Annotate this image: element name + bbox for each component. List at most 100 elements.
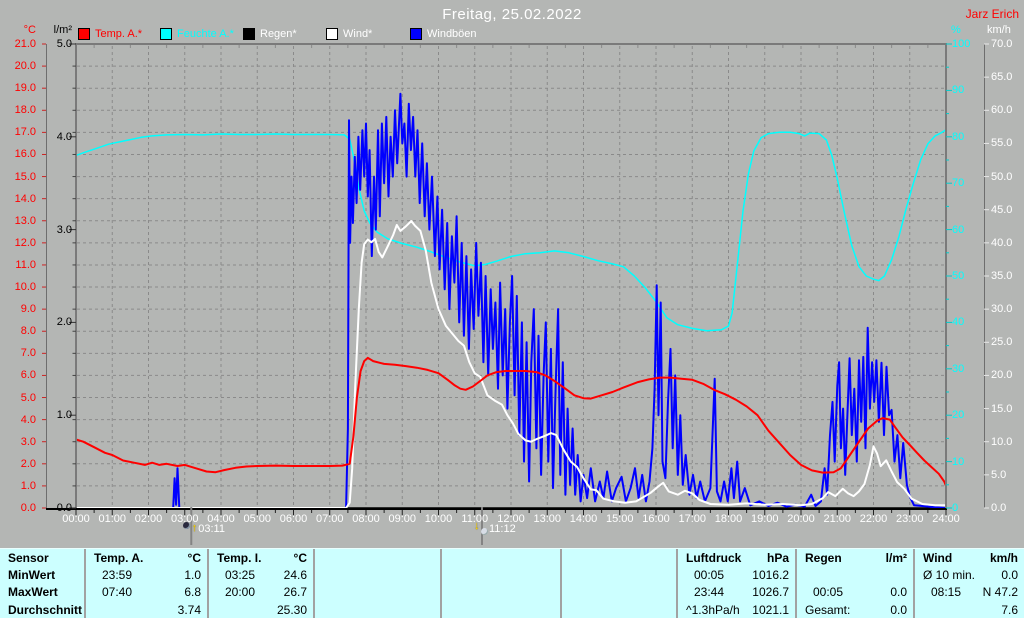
humidity-tick-label: 40	[952, 316, 965, 329]
table-cell: 08:15 N 47.2	[913, 583, 1024, 602]
table-text: 0.0	[1001, 568, 1018, 583]
x-tick-label: 18:00	[714, 513, 743, 525]
temp-tick-label: 3.0	[20, 435, 36, 448]
table-text: 0.0	[890, 585, 907, 600]
table-group-header	[560, 549, 676, 567]
temp-tick-label: 16.0	[14, 148, 36, 161]
moonrise-icon: ↑	[183, 521, 197, 535]
x-tick-label: 20:00	[787, 513, 815, 525]
x-tick-label: 24:00	[932, 513, 960, 525]
temp-tick-label: 17.0	[14, 126, 36, 139]
rain-tick-label: 3.0	[56, 223, 72, 236]
table-text: 0.0	[890, 602, 907, 617]
table-text: Regen	[805, 550, 842, 565]
table-cell	[440, 601, 560, 618]
x-tick-label: 01:00	[98, 513, 127, 525]
table-cell: 25.30	[207, 601, 313, 618]
humidity-tick-label: 30	[952, 362, 965, 375]
windspeed-tick-label: 70.0	[991, 38, 1013, 50]
table-text: 00:05	[813, 585, 844, 600]
table-cell: Ø 10 min. 0.0	[913, 566, 1024, 584]
table-cell: 23:59 1.0	[84, 566, 207, 584]
table-text: 00:05	[694, 568, 725, 583]
table-cell: 00:05 0.0	[795, 583, 913, 602]
temp-tick-label: 6.0	[20, 369, 36, 382]
table-cell: Gesamt: 0.0	[795, 601, 913, 618]
windspeed-tick-label: 5.0	[991, 468, 1007, 481]
temp-tick-label: 5.0	[20, 391, 36, 404]
table-group-header: Temp. I. °C	[207, 549, 313, 567]
temp-tick-label: 10.0	[14, 281, 36, 294]
x-tick-label: 22:00	[859, 513, 888, 525]
humidity-tick-label: 10	[952, 455, 965, 468]
table-group-header: Temp. A. °C	[84, 549, 207, 567]
table-text: 1026.7	[752, 585, 789, 600]
table-text: km/h	[989, 550, 1018, 565]
table-cell	[313, 583, 440, 602]
windspeed-tick-label: 30.0	[991, 303, 1013, 316]
x-tick-label: 17:00	[678, 513, 707, 525]
table-cell: 3.74	[84, 601, 207, 618]
table-cell: 03:25 24.6	[207, 566, 313, 584]
rain-tick-label: 5.0	[56, 38, 72, 50]
temp-tick-label: 4.0	[20, 413, 36, 426]
temp-tick-label: 9.0	[20, 303, 36, 316]
windspeed-tick-label: 20.0	[991, 369, 1013, 382]
x-tick-label: 09:00	[388, 513, 417, 525]
x-tick-label: 15:00	[605, 513, 634, 525]
temp-tick-label: 13.0	[14, 214, 36, 227]
table-cell	[795, 566, 913, 584]
temp-tick-label: 0.0	[20, 502, 36, 514]
windspeed-tick-label: 40.0	[991, 236, 1013, 249]
table-text: °C	[293, 550, 307, 565]
table-row-label: Durchschnitt	[0, 601, 84, 618]
x-tick-label: 00:00	[62, 513, 90, 525]
x-tick-label: 19:00	[750, 513, 779, 525]
table-cell	[313, 566, 440, 584]
table-text: Wind	[923, 550, 953, 565]
windspeed-tick-label: 35.0	[991, 270, 1013, 282]
table-cell: 23:44 1026.7	[676, 583, 795, 602]
table-cell	[440, 583, 560, 602]
windspeed-tick-label: 60.0	[991, 104, 1013, 117]
table-cell: 20:00 26.7	[207, 583, 313, 602]
temp-tick-label: 2.0	[20, 457, 36, 470]
table-cell: ^1.3hPa/h 1021.1	[676, 601, 795, 618]
table-text: Luftdruck	[686, 550, 742, 565]
table-text: 23:59	[102, 568, 133, 583]
humidity-tick-label: 20	[952, 409, 965, 422]
windspeed-tick-label: 0.0	[991, 502, 1007, 514]
table-cell	[560, 566, 676, 584]
x-tick-label: 02:00	[134, 513, 163, 525]
x-tick-label: 08:00	[352, 513, 380, 525]
temp-tick-label: 14.0	[14, 192, 36, 205]
table-cell	[313, 601, 440, 618]
table-cell	[560, 583, 676, 602]
table-cell: 00:05 1016.2	[676, 566, 795, 584]
table-text: 7.6	[1001, 602, 1018, 617]
table-text: Temp. A.	[94, 550, 144, 565]
x-tick-label: 23:00	[895, 513, 924, 525]
table-text: 26.7	[283, 585, 307, 600]
table-text: 20:00	[225, 585, 256, 600]
table-text: 3.74	[177, 602, 201, 617]
table-corner: Sensor	[0, 549, 84, 566]
stats-table: Sensor Temp. A. °C Temp. I. °C Luftdruck hPa Re…	[0, 548, 1024, 618]
humidity-tick-label: 70	[952, 177, 965, 190]
table-text: 03:25	[225, 568, 256, 583]
x-tick-label: 07:00	[315, 513, 344, 525]
grid	[77, 45, 945, 507]
table-text: 1016.2	[752, 568, 789, 583]
windspeed-tick-label: 45.0	[991, 203, 1013, 216]
table-text: 25.30	[276, 602, 307, 617]
table-text: 23:44	[694, 585, 725, 600]
temp-tick-label: 15.0	[14, 170, 36, 183]
weather-day-chart-screen: Freitag, 25.02.2022 Jarz Erich °C l/m² %…	[0, 0, 1024, 618]
table-cell	[440, 566, 560, 584]
table-text: Temp. I.	[217, 550, 262, 565]
table-text: 08:15	[931, 585, 962, 600]
temp-tick-label: 12.0	[14, 236, 36, 249]
table-text: Gesamt:	[805, 602, 851, 617]
windspeed-tick-label: 10.0	[991, 435, 1013, 448]
table-text: 24.6	[283, 568, 307, 583]
